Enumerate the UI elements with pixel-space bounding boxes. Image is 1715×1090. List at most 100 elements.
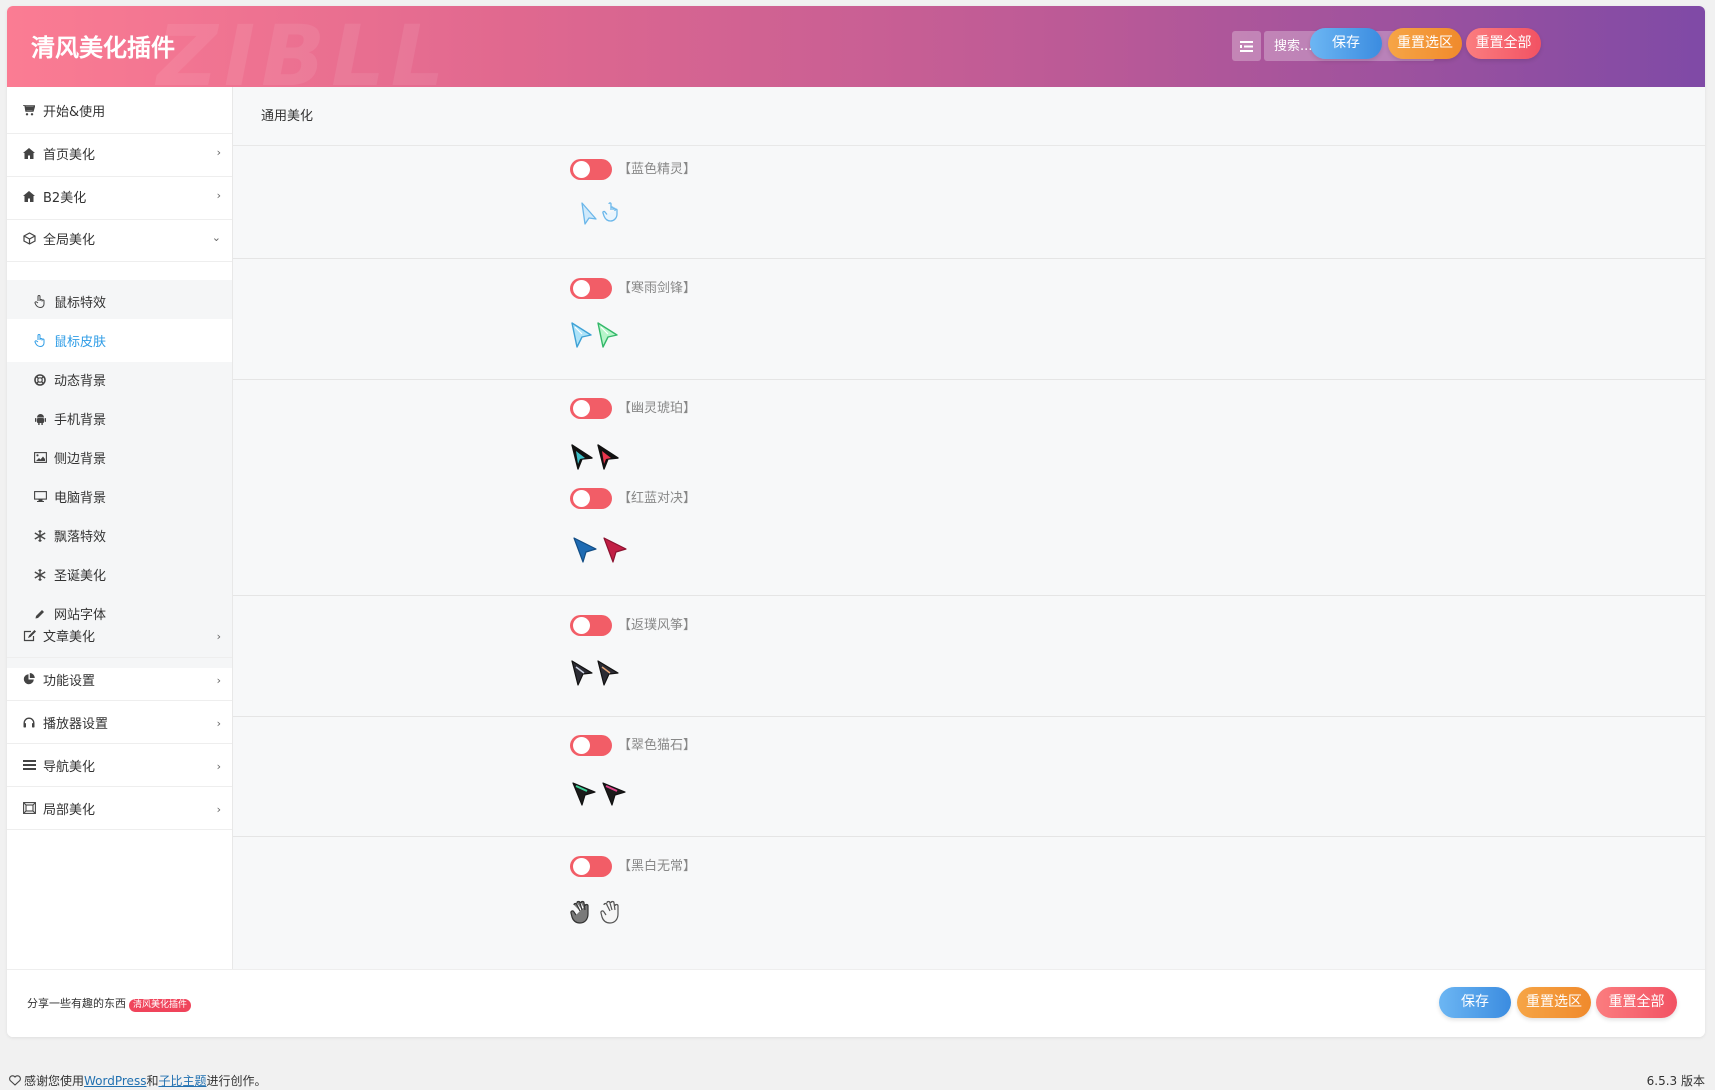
desktop-icon	[33, 490, 47, 504]
option-toggle[interactable]	[570, 278, 612, 299]
android-icon	[33, 412, 47, 426]
section-title: 通用美化	[233, 87, 1705, 146]
plugin-title: 清风美化插件	[31, 34, 175, 62]
plugin-tag: 清风美化插件	[129, 999, 192, 1012]
sidebar-subitem-side-bg[interactable]: 侧边背景	[7, 436, 232, 479]
cursor-arrow-icon	[581, 202, 597, 225]
sidebar-item-label: 首页美化	[43, 147, 96, 163]
pie-chart-icon	[22, 672, 36, 686]
sidebar-item-label: 手机背景	[54, 413, 107, 428]
sidebar-item-label: 鼠标特效	[54, 296, 107, 311]
sidebar-item-label: 局部美化	[43, 802, 96, 818]
toggle-knob	[573, 617, 590, 634]
option-row: 【翠色猫石】	[233, 717, 1705, 837]
image-icon	[33, 451, 47, 465]
chevron-right-icon: ›	[216, 146, 221, 159]
sidebar-subitem-christmas[interactable]: 圣诞美化	[7, 553, 232, 596]
panel-footer: 分享一些有趣的东西 清风美化插件 保存 重置选区 重置全部	[7, 969, 1705, 1037]
sidebar-item-label: 播放器设置	[43, 716, 109, 732]
sidebar-item-label: 功能设置	[43, 673, 96, 689]
toggle-knob	[573, 737, 590, 754]
footer-reset-all-button[interactable]: 重置全部	[1596, 987, 1677, 1018]
option-toggle[interactable]	[570, 159, 612, 180]
option-row: 【返璞风筝】	[233, 596, 1705, 717]
sidebar-item-nav[interactable]: 导航美化 ›	[7, 744, 232, 787]
submenu-global: 鼠标特效 鼠标皮肤 动态背景 手机背景 侧边背景 电脑背景 飘落特效 圣诞美化 …	[7, 280, 232, 668]
reset-section-button[interactable]: 重置选区	[1388, 28, 1462, 59]
option-label: 【蓝色精灵】	[618, 162, 697, 177]
sidebar-item-home[interactable]: 首页美化 ›	[7, 130, 232, 177]
cursor-arrow-icon	[603, 537, 627, 563]
theme-link[interactable]: 子比主题	[158, 1074, 206, 1088]
cursor-hand-icon	[602, 202, 618, 222]
option-label: 【寒雨剑锋】	[618, 281, 697, 296]
hand-pointer-icon	[33, 295, 47, 309]
option-label: 【黑白无常】	[618, 859, 697, 874]
sidebar-item-global[interactable]: 全局美化 ⌄	[7, 216, 232, 262]
option-toggle[interactable]	[570, 398, 612, 419]
sidebar-item-label: 导航美化	[43, 759, 96, 775]
option-label: 【红蓝对决】	[618, 491, 697, 506]
sidebar-item-label: B2美化	[43, 190, 87, 206]
edit-icon	[22, 629, 36, 643]
option-toggle[interactable]	[570, 488, 612, 509]
options-content: 通用美化 【蓝色精灵】 【寒雨剑锋】 【幽灵琥珀】 【红蓝对决】 【返璞风筝】 …	[233, 87, 1705, 969]
option-toggle[interactable]	[570, 735, 612, 756]
footer-save-button[interactable]: 保存	[1439, 987, 1511, 1018]
home-icon	[22, 189, 36, 203]
cursor-arrow-icon	[571, 660, 593, 686]
sidebar-item-label: 圣诞美化	[54, 569, 107, 584]
navicon-icon	[22, 758, 36, 772]
sidebar-item-player[interactable]: 播放器设置 ›	[7, 701, 232, 744]
option-row: 【黑白无常】	[233, 837, 1705, 969]
sidebar-item-features[interactable]: 功能设置 ›	[7, 658, 232, 701]
footer-share: 分享一些有趣的东西 清风美化插件	[27, 996, 192, 1012]
option-toggle[interactable]	[570, 856, 612, 877]
cursor-arrow-icon	[571, 444, 593, 470]
option-row: 【蓝色精灵】	[233, 146, 1705, 259]
cursor-preview	[570, 443, 620, 471]
sidebar-subitem-desktop-bg[interactable]: 电脑背景	[7, 475, 232, 518]
sidebar-item-b2[interactable]: B2美化 ›	[7, 173, 232, 220]
expand-all-icon[interactable]	[1232, 31, 1261, 61]
cursor-preview	[579, 201, 621, 225]
reset-all-button[interactable]: 重置全部	[1466, 28, 1541, 59]
sidebar-item-label: 飘落特效	[54, 530, 107, 545]
sidebar-subitem-mobile-bg[interactable]: 手机背景	[7, 397, 232, 440]
save-button[interactable]: 保存	[1310, 28, 1382, 59]
toggle-knob	[573, 490, 590, 507]
wordpress-link[interactable]: WordPress	[84, 1074, 146, 1088]
sidebar-item-label: 鼠标皮肤	[54, 335, 107, 350]
and-text: 和	[146, 1074, 159, 1088]
cursor-arrow-icon	[597, 322, 618, 348]
toggle-knob	[573, 280, 590, 297]
cursor-arrow-icon	[573, 537, 597, 563]
life-ring-icon	[33, 373, 47, 387]
header-watermark: ZIBLL	[157, 7, 451, 87]
create-text: 进行创作。	[206, 1074, 267, 1088]
footer-reset-section-button[interactable]: 重置选区	[1517, 987, 1591, 1018]
toggle-knob	[573, 858, 590, 875]
sidebar-subitem-mouse-skin[interactable]: 鼠标皮肤	[7, 319, 232, 362]
chevron-right-icon: ›	[216, 803, 221, 816]
sidebar-item-partial[interactable]: 局部美化 ›	[7, 787, 232, 830]
sidebar-item-label: 电脑背景	[54, 491, 107, 506]
thanks-text: 感谢您使用	[24, 1074, 85, 1088]
sidebar-subitem-dynamic-bg[interactable]: 动态背景	[7, 358, 232, 401]
version-text: 6.5.3 版本	[1646, 1074, 1705, 1088]
crop-icon	[22, 801, 36, 815]
sidebar-item-start[interactable]: 开始&使用	[7, 87, 232, 134]
option-label: 【幽灵琥珀】	[618, 401, 697, 416]
sidebar-subitem-falling-effect[interactable]: 飘落特效	[7, 514, 232, 557]
option-toggle[interactable]	[570, 615, 612, 636]
sidebar-subitem-mouse-effect[interactable]: 鼠标特效	[7, 280, 232, 323]
sidebar-item-article[interactable]: 文章美化 ›	[7, 614, 232, 658]
snowflake-icon	[33, 529, 47, 543]
headphones-icon	[22, 715, 36, 729]
chevron-down-icon: ⌄	[211, 231, 221, 244]
share-text: 分享一些有趣的东西	[27, 997, 126, 1010]
cursor-preview	[570, 659, 620, 687]
sidebar-item-label: 文章美化	[43, 630, 96, 645]
option-label: 【返璞风筝】	[618, 618, 697, 633]
sidebar-item-label: 全局美化	[43, 233, 96, 248]
